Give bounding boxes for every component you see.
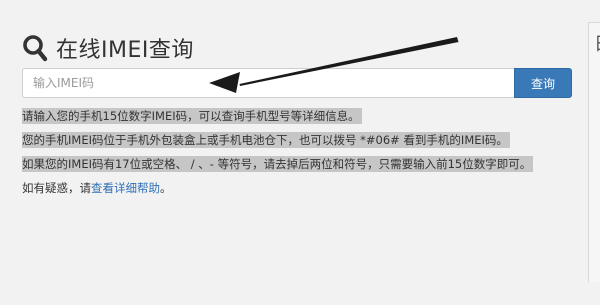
query-button[interactable]: 查询 (514, 68, 572, 98)
info-line-1: 请输入您的手机15位数字IMEI码，可以查询手机型号等详细信息。 (22, 108, 582, 125)
page-title: 在线IMEI查询 (22, 32, 194, 64)
page-title-text: 在线IMEI查询 (56, 38, 194, 63)
search-icon (23, 35, 48, 62)
info-line-3: 如果您的IMEI码有17位或空格、 / 、- 等符号，请去掉后两位和符号，只需要… (22, 156, 582, 173)
search-bar: 查询 (22, 68, 572, 98)
side-panel (588, 22, 600, 282)
info-line-1-text: 请输入您的手机15位数字IMEI码，可以查询手机型号等详细信息。 (22, 108, 362, 124)
info-line-3-text: 如果您的IMEI码有17位或空格、 / 、- 等符号，请去掉后两位和符号，只需要… (22, 156, 534, 172)
help-text: 请输入您的手机15位数字IMEI码，可以查询手机型号等详细信息。 您的手机IME… (22, 108, 582, 204)
side-panel-title: 日 (594, 30, 600, 56)
help-link[interactable]: 查看详细帮助 (91, 181, 160, 195)
info-line-4-prefix: 如有疑惑，请 (22, 181, 91, 195)
page: 在线IMEI查询 查询 请输入您的手机15位数字IMEI码，可以查询手机型号等详… (0, 0, 600, 305)
imei-search-input[interactable] (22, 68, 514, 98)
info-line-2: 您的手机IMEI码位于手机外包装盒上或手机电池仓下，也可以拨号 *#06# 看到… (22, 132, 582, 149)
info-line-4-suffix: 。 (160, 181, 172, 195)
info-line-4: 如有疑惑，请查看详细帮助。 (22, 180, 582, 197)
info-line-2-text: 您的手机IMEI码位于手机外包装盒上或手机电池仓下，也可以拨号 *#06# 看到… (22, 132, 510, 148)
